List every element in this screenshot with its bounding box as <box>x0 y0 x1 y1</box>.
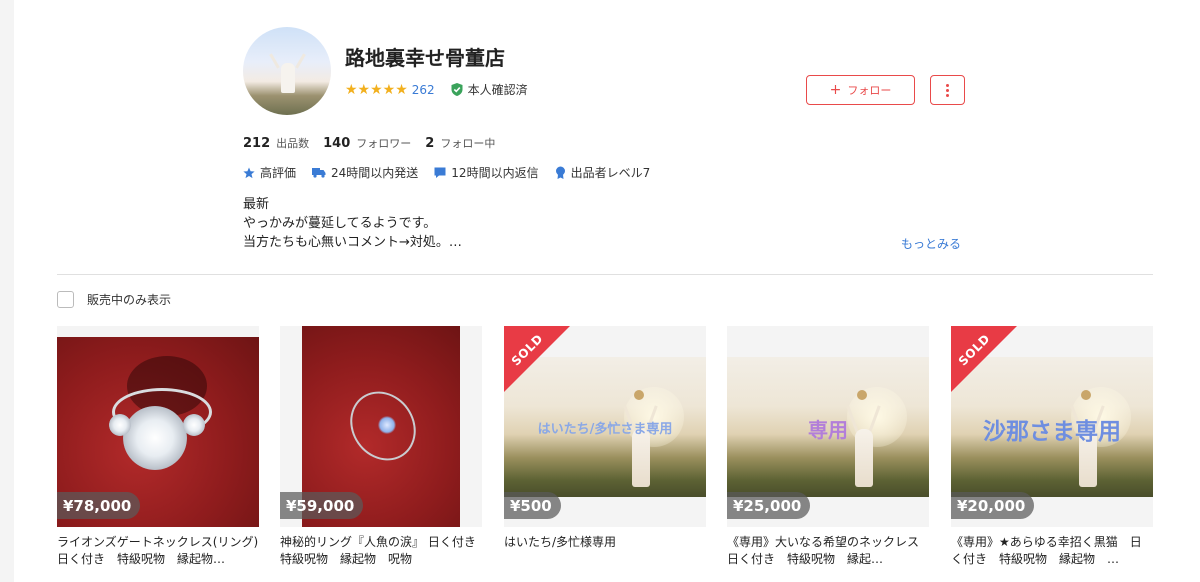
profile-stats: 212 出品数 140 フォロワー 2 フォロー中 <box>243 135 509 151</box>
item-thumbnail[interactable]: ¥78,000 <box>57 326 259 527</box>
badge-label: 24時間以内発送 <box>331 166 419 180</box>
badge-reply: 12時間以内返信 <box>434 164 539 181</box>
item-card[interactable]: ¥78,000 ライオンズゲートネックレス(リング) 日く付き 特級呪物 縁起物… <box>57 326 259 576</box>
on-sale-filter[interactable]: 販売中のみ表示 <box>57 291 171 308</box>
show-more-link[interactable]: もっとみる <box>901 235 961 252</box>
item-title[interactable]: 《専用》大いなる希望のネックレス 日く付き 特級呪物 縁起… <box>727 534 929 568</box>
shield-check-icon <box>451 83 463 96</box>
item-thumbnail[interactable]: 沙那さま専用 SOLD ¥20,000 <box>951 326 1153 527</box>
badge-label: 出品者レベル7 <box>570 166 651 180</box>
chat-icon <box>434 167 446 178</box>
item-title[interactable]: 神秘的リング『人魚の涙』 日く付き 特級呪物 縁起物 呪物 <box>280 534 482 568</box>
item-price: ¥500 <box>504 492 561 519</box>
verified-label: 本人確認済 <box>467 83 528 97</box>
medal-icon <box>555 166 565 179</box>
item-card[interactable]: 沙那さま専用 SOLD ¥20,000 《専用》★あらゆる幸招く黒猫 日く付き … <box>951 326 1153 576</box>
item-title[interactable]: 《専用》★あらゆる幸招く黒猫 日く付き 特級呪物 縁起物 … <box>951 534 1153 568</box>
follower-count-label: フォロワー <box>356 137 412 150</box>
divider <box>57 274 1153 275</box>
badge-high-rating: 高評価 <box>243 164 296 181</box>
item-card[interactable]: はいたち/多忙さま専用 SOLD ¥500 はいたち/多忙様専用 <box>504 326 706 576</box>
item-thumbnail[interactable]: ¥59,000 <box>280 326 482 527</box>
on-sale-checkbox[interactable] <box>57 291 74 308</box>
seller-badges: 高評価 24時間以内発送 12時間以内返信 出品者レベル7 <box>243 164 666 181</box>
item-price: ¥20,000 <box>951 492 1035 519</box>
following-count[interactable]: 2 <box>425 136 434 151</box>
profile-bio: 最新 やっかみが蔓延してるようです。 当方たちも心無いコメント→対処。… <box>243 195 462 252</box>
shop-name: 路地裏幸せ骨董店 <box>345 46 505 70</box>
bio-line: やっかみが蔓延してるようです。 <box>243 216 437 231</box>
truck-icon <box>312 168 326 178</box>
listing-count-label: 出品数 <box>276 137 310 150</box>
item-title[interactable]: はいたち/多忙様専用 <box>504 534 706 551</box>
listing-count[interactable]: 212 <box>243 136 270 151</box>
following-count-label: フォロー中 <box>440 137 496 150</box>
item-card[interactable]: ¥59,000 神秘的リング『人魚の涙』 日く付き 特級呪物 縁起物 呪物 <box>280 326 482 576</box>
verified-badge: 本人確認済 <box>451 81 528 98</box>
on-sale-filter-label: 販売中のみ表示 <box>87 293 172 307</box>
plus-icon: + <box>829 82 842 98</box>
star-icon <box>243 167 255 178</box>
item-price: ¥25,000 <box>727 492 811 519</box>
item-overlay-text: 専用 <box>808 418 848 442</box>
item-overlay-text: はいたち/多忙さま専用 <box>537 422 673 437</box>
avatar[interactable] <box>243 27 331 115</box>
item-price: ¥59,000 <box>280 492 364 519</box>
badge-label: 12時間以内返信 <box>451 166 539 180</box>
badge-shipping: 24時間以内発送 <box>312 164 418 181</box>
item-thumbnail[interactable]: はいたち/多忙さま専用 SOLD ¥500 <box>504 326 706 527</box>
more-vertical-icon <box>946 83 949 97</box>
follower-count[interactable]: 140 <box>323 136 350 151</box>
badge-seller-level: 出品者レベル7 <box>555 164 651 181</box>
item-card[interactable]: 専用 ¥25,000 《専用》大いなる希望のネックレス 日く付き 特級呪物 縁起… <box>727 326 929 576</box>
rating-count[interactable]: 262 <box>412 83 435 97</box>
left-edge <box>0 0 14 582</box>
follow-button[interactable]: + フォロー <box>806 75 915 105</box>
follow-label: フォロー <box>847 84 892 97</box>
item-overlay-text: 沙那さま専用 <box>983 419 1121 445</box>
item-title[interactable]: ライオンズゲートネックレス(リング) 日く付き 特級呪物 縁起物… <box>57 534 259 568</box>
bio-line: 最新 <box>243 197 270 212</box>
rating-row[interactable]: ★★★★★ 262 本人確認済 <box>345 81 528 98</box>
rating-stars: ★★★★★ <box>345 81 408 98</box>
item-thumbnail[interactable]: 専用 ¥25,000 <box>727 326 929 527</box>
bio-line: 当方たちも心無いコメント→対処。… <box>243 235 462 250</box>
more-options-button[interactable] <box>930 75 965 105</box>
item-price: ¥78,000 <box>57 492 141 519</box>
badge-label: 高評価 <box>260 166 297 180</box>
